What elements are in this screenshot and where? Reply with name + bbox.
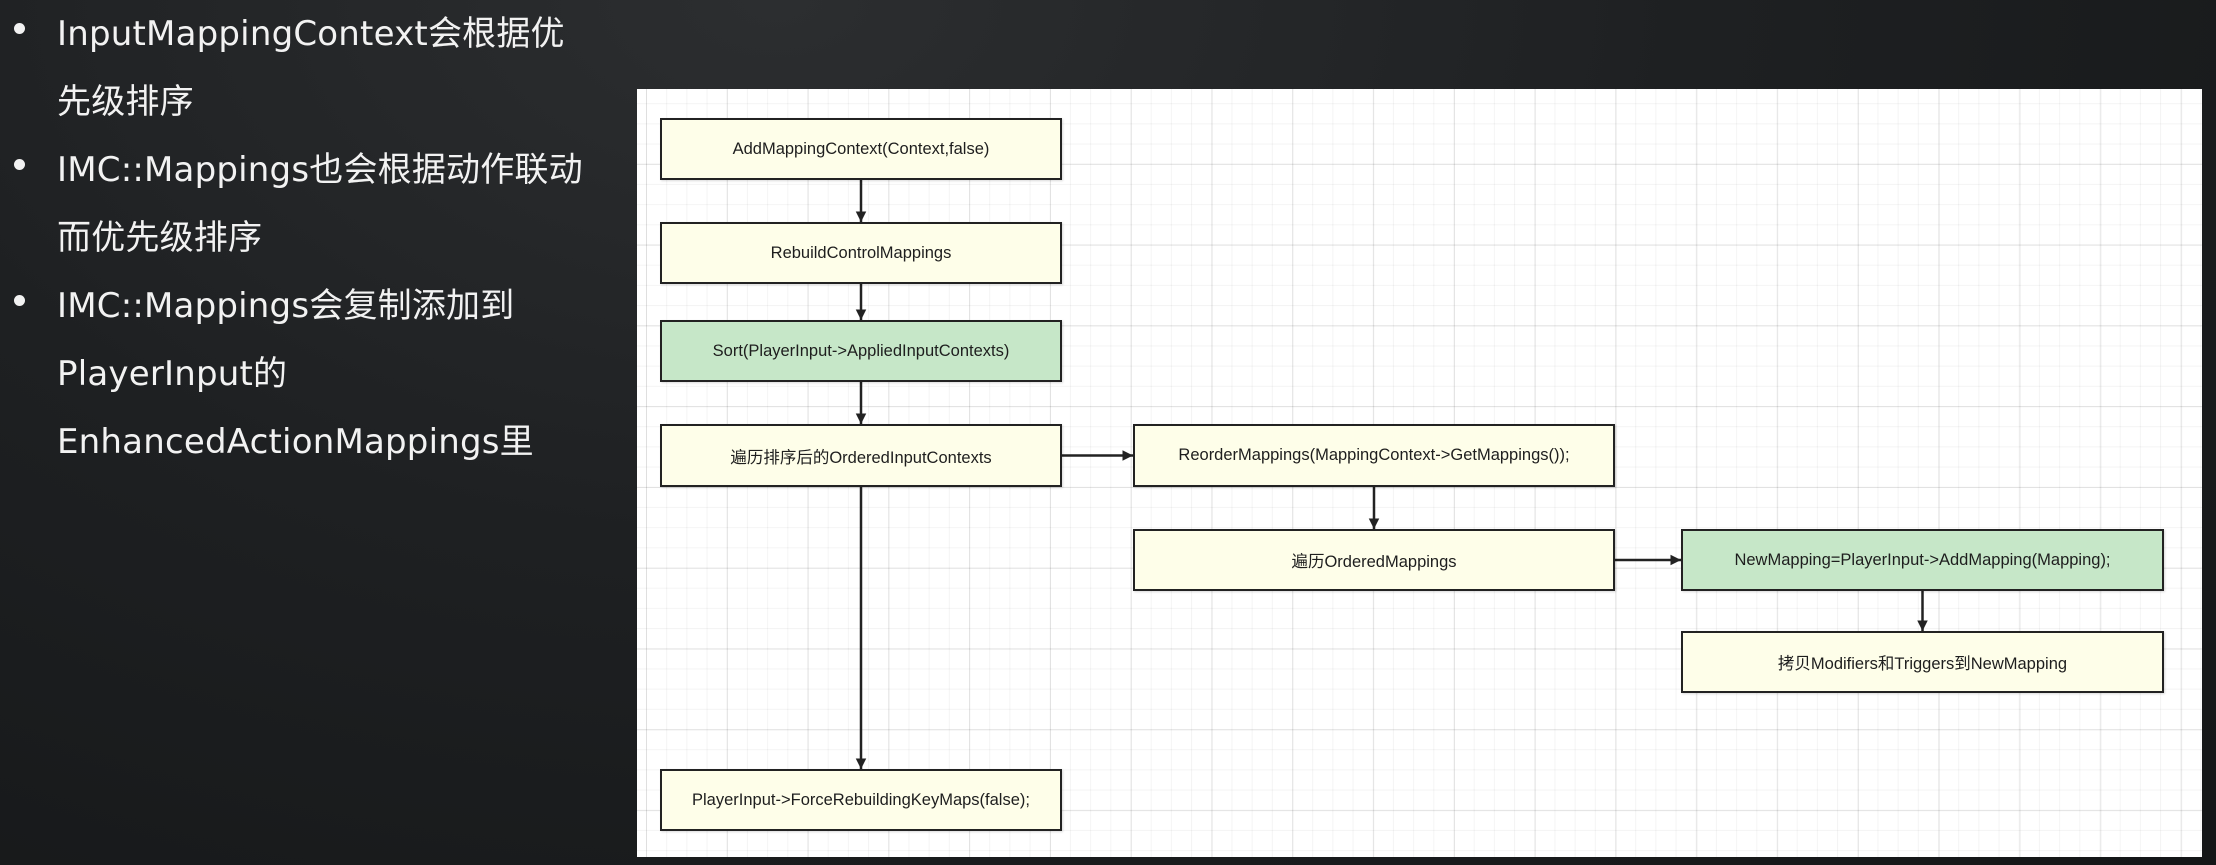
note-item: IMC::Mappings也会根据动作联动 而优先级排序: [0, 136, 630, 272]
note-line: IMC::Mappings会复制添加到: [57, 286, 515, 326]
node-label: 遍历OrderedMappings: [1291, 553, 1457, 571]
node-label: ReorderMappings(MappingContext->GetMappi…: [1178, 446, 1570, 464]
note-line: EnhancedActionMappings里: [57, 422, 534, 462]
note-item: InputMappingContext会根据优 先级排序: [0, 0, 630, 136]
note-line: IMC::Mappings也会根据动作联动: [57, 150, 583, 190]
note-line: PlayerInput的: [57, 354, 288, 394]
node-label: 拷贝Modifiers和Triggers到NewMapping: [1777, 655, 2068, 673]
node-label: Sort(PlayerInput->AppliedInputContexts): [712, 341, 1010, 360]
bullet-icon: [14, 23, 25, 34]
node-add-mapping-context[interactable]: AddMappingContext(Context,false): [660, 118, 1062, 180]
node-iterate-ordered-mappings[interactable]: 遍历OrderedMappings: [1133, 529, 1615, 591]
flowchart-canvas: AddMappingContext(Context,false) Rebuild…: [637, 89, 2202, 857]
node-label: PlayerInput->ForceRebuildingKeyMaps(fals…: [692, 790, 1030, 809]
note-item: IMC::Mappings会复制添加到 PlayerInput的 Enhance…: [0, 272, 630, 476]
node-label: 遍历排序后的OrderedInputContexts: [730, 448, 992, 467]
node-label: AddMappingContext(Context,false): [732, 139, 990, 158]
bullet-icon: [14, 295, 25, 306]
node-force-rebuilding-key-maps[interactable]: PlayerInput->ForceRebuildingKeyMaps(fals…: [660, 769, 1062, 831]
bullet-icon: [14, 159, 25, 170]
node-add-mapping[interactable]: NewMapping=PlayerInput->AddMapping(Mappi…: [1681, 529, 2164, 591]
node-rebuild-control-mappings[interactable]: RebuildControlMappings: [660, 222, 1062, 284]
note-line: InputMappingContext会根据优: [57, 14, 565, 54]
node-reorder-mappings[interactable]: ReorderMappings(MappingContext->GetMappi…: [1133, 424, 1615, 487]
node-label: NewMapping=PlayerInput->AddMapping(Mappi…: [1734, 550, 2111, 569]
note-line: 而优先级排序: [57, 218, 263, 258]
note-line: 先级排序: [57, 82, 194, 122]
node-sort-applied-input-contexts[interactable]: Sort(PlayerInput->AppliedInputContexts): [660, 320, 1062, 382]
node-label: RebuildControlMappings: [770, 243, 952, 262]
slide-notes: InputMappingContext会根据优 先级排序 IMC::Mappin…: [0, 0, 630, 476]
node-copy-modifiers-triggers[interactable]: 拷贝Modifiers和Triggers到NewMapping: [1681, 631, 2164, 693]
node-iterate-ordered-input-contexts[interactable]: 遍历排序后的OrderedInputContexts: [660, 424, 1062, 487]
